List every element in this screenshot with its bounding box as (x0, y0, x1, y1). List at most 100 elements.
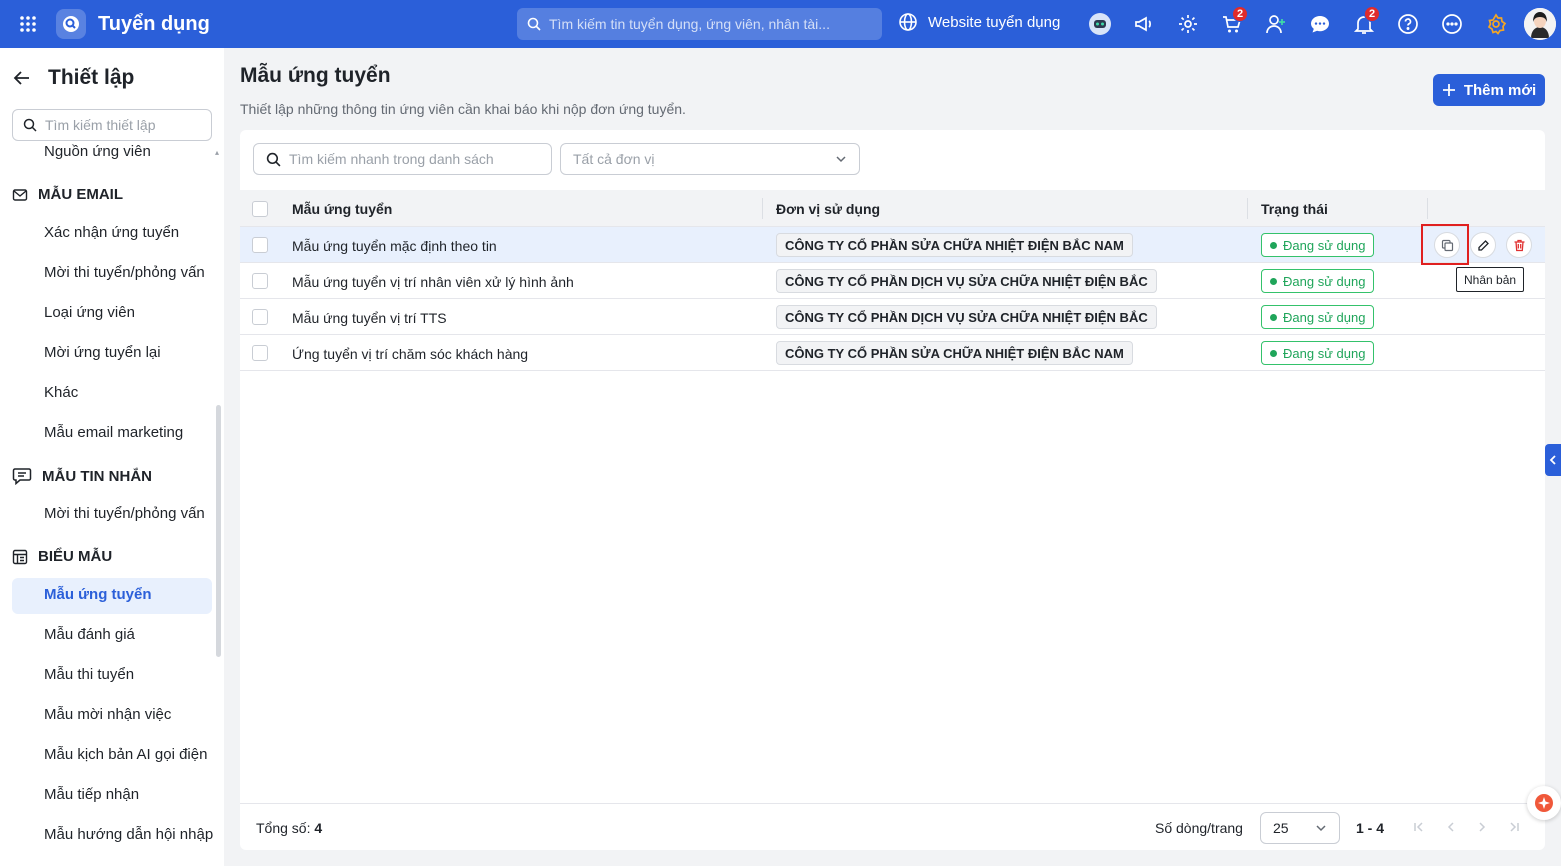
add-user-icon[interactable] (1254, 6, 1298, 42)
cart-badge: 2 (1232, 6, 1248, 22)
plus-icon (1442, 84, 1455, 96)
sidebar-item[interactable]: Khác (44, 384, 78, 401)
sidebar-item-nguon-ung-vien[interactable]: Nguồn ứng viên (44, 144, 151, 160)
chevron-down-icon (835, 153, 847, 165)
grid-icon[interactable] (0, 0, 56, 48)
message-icon (12, 467, 32, 485)
search-icon (527, 17, 541, 31)
template-name[interactable]: Mẫu ứng tuyển vị trí nhân viên xử lý hìn… (292, 274, 574, 290)
sidebar-item-mau-ung-tuyen[interactable]: Mẫu ứng tuyển (44, 586, 152, 603)
gear-icon[interactable] (1166, 6, 1210, 42)
column-header-template[interactable]: Mẫu ứng tuyển (292, 201, 392, 217)
duplicate-tooltip: Nhân bản (1456, 267, 1525, 292)
chat-icon[interactable] (1298, 6, 1342, 42)
add-new-button[interactable]: Thêm mới (1433, 74, 1545, 106)
table-row[interactable]: Mẫu ứng tuyển vị trí nhân viên xử lý hìn… (240, 263, 1545, 299)
last-page-icon[interactable] (1505, 818, 1523, 836)
table-row[interactable]: Mẫu ứng tuyển vị trí TTS CÔNG TY CỔ PHẦN… (240, 299, 1545, 335)
status-text: Đang sử dụng (1283, 345, 1366, 361)
app-logo-icon (56, 9, 86, 39)
total-count: Tổng số: 4 (256, 820, 322, 836)
sidebar-item[interactable]: Mẫu đánh giá (44, 626, 135, 643)
bell-badge: 2 (1364, 6, 1380, 22)
website-link[interactable]: Website tuyển dụng (898, 12, 1060, 32)
sidebar-item[interactable]: Mẫu thi tuyển (44, 666, 134, 683)
megaphone-icon[interactable] (1122, 6, 1166, 42)
section-mau-email: MẪU EMAIL (12, 186, 123, 203)
column-divider (1247, 198, 1248, 219)
ai-bot-icon[interactable] (1078, 6, 1122, 42)
template-name[interactable]: Mẫu ứng tuyển vị trí TTS (292, 310, 447, 326)
global-search[interactable] (517, 8, 882, 40)
column-divider (1427, 198, 1428, 219)
sidebar-item[interactable]: Mẫu hướng dẫn hội nhập (44, 826, 213, 843)
column-header-unit[interactable]: Đơn vị sử dụng (776, 201, 880, 217)
highlight-box (1421, 224, 1469, 265)
chevron-down-icon (1316, 825, 1326, 832)
unit-tag: CÔNG TY CỔ PHẦN SỬA CHỮA NHIỆT ĐIỆN BẮC … (776, 341, 1133, 365)
sparkle-icon (1535, 794, 1553, 812)
section-mau-tin-nhan: MẪU TIN NHẮN (12, 467, 152, 485)
sidebar-item[interactable]: Mẫu tiếp nhận (44, 786, 139, 803)
ai-assistant-button[interactable] (1527, 786, 1561, 820)
sidebar-item[interactable]: Mẫu email marketing (44, 424, 183, 441)
trash-icon (1514, 239, 1524, 251)
unit-filter-select[interactable]: Tất cả đơn vị (560, 143, 860, 175)
bell-icon[interactable]: 2 (1342, 6, 1386, 42)
unit-tag: CÔNG TY CỔ PHẦN DỊCH VỤ SỬA CHỮA NHIỆT Đ… (776, 269, 1157, 293)
form-icon (12, 549, 28, 565)
pencil-icon (1477, 239, 1489, 251)
status-text: Đang sử dụng (1283, 273, 1366, 289)
sidebar-item[interactable]: Loại ứng viên (44, 304, 135, 321)
template-name[interactable]: Mẫu ứng tuyển mặc định theo tin (292, 238, 497, 254)
avatar[interactable] (1518, 6, 1561, 42)
sidebar-item[interactable]: Mời ứng tuyển lại (44, 344, 161, 361)
scroll-up-arrow-icon[interactable]: ▴ (215, 148, 222, 157)
template-name[interactable]: Ứng tuyển vị trí chăm sóc khách hàng (292, 346, 528, 362)
first-page-icon[interactable] (1410, 818, 1428, 836)
table-footer: Tổng số: 4 Số dòng/trang 25 1 - 4 (240, 803, 1545, 850)
mail-icon (12, 187, 28, 203)
section-title: MẪU EMAIL (38, 186, 123, 203)
quick-search[interactable] (253, 143, 552, 175)
table-row[interactable]: Ứng tuyển vị trí chăm sóc khách hàng CÔN… (240, 335, 1545, 371)
table-row[interactable]: Mẫu ứng tuyển mặc định theo tin CÔNG TY … (240, 227, 1545, 263)
column-header-status[interactable]: Trạng thái (1261, 201, 1328, 217)
sidebar-search-input[interactable] (45, 117, 205, 133)
sidebar-item[interactable]: Mẫu kịch bản AI gọi điện (44, 746, 207, 763)
app-title[interactable]: Tuyển dụng (98, 13, 210, 36)
select-all-checkbox[interactable] (252, 201, 268, 217)
help-icon[interactable] (1386, 6, 1430, 42)
page-range: 1 - 4 (1356, 820, 1385, 836)
row-checkbox[interactable] (252, 345, 268, 361)
sidebar-item[interactable]: Xác nhận ứng tuyển (44, 224, 179, 241)
prev-page-icon[interactable] (1442, 818, 1460, 836)
award-icon[interactable] (1474, 6, 1518, 42)
status-badge: Đang sử dụng (1261, 269, 1375, 293)
global-search-input[interactable] (549, 16, 869, 32)
section-title: MẪU TIN NHẮN (42, 467, 152, 485)
quick-search-input[interactable] (289, 151, 539, 167)
edit-button[interactable] (1470, 232, 1496, 258)
sidebar-title: Thiết lập (48, 66, 135, 89)
rows-per-page-select[interactable]: 25 (1260, 812, 1340, 844)
collapse-panel-button[interactable] (1545, 444, 1561, 476)
add-new-label: Thêm mới (1463, 81, 1537, 99)
back-arrow-icon[interactable] (12, 68, 32, 88)
search-icon (23, 118, 37, 132)
next-page-icon[interactable] (1473, 818, 1491, 836)
row-checkbox[interactable] (252, 237, 268, 253)
sidebar-scrollbar[interactable] (216, 405, 221, 657)
top-bar: Tuyển dụng Website tuyển dụng 2 (0, 0, 1561, 48)
more-icon[interactable] (1430, 6, 1474, 42)
cart-icon[interactable]: 2 (1210, 6, 1254, 42)
status-text: Đang sử dụng (1283, 237, 1366, 253)
sidebar-item[interactable]: Mời thi tuyển/phỏng vấn (44, 505, 205, 522)
sidebar-search[interactable] (12, 109, 212, 141)
row-checkbox[interactable] (252, 309, 268, 325)
sidebar-item[interactable]: Mẫu mời nhận việc (44, 706, 171, 723)
delete-button[interactable] (1506, 232, 1532, 258)
row-checkbox[interactable] (252, 273, 268, 289)
website-label: Website tuyển dụng (928, 13, 1061, 31)
sidebar-item[interactable]: Mời thi tuyển/phỏng vấn (44, 264, 205, 281)
